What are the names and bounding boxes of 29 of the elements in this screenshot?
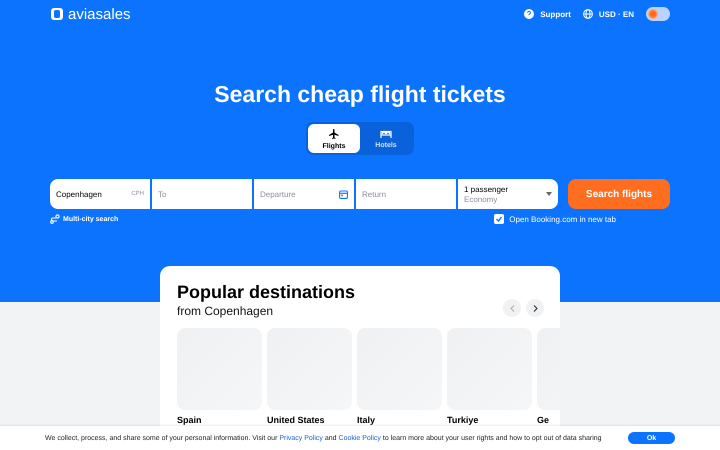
route-icon	[50, 214, 60, 224]
support-link[interactable]: Support	[540, 10, 571, 18]
date-field[interactable]: Departure	[254, 179, 354, 209]
passenger-field[interactable]: 1 passenger Economy	[458, 179, 558, 209]
section-subtitle: from Copenhagen	[177, 304, 274, 318]
destination-name[interactable]: United States	[267, 415, 325, 425]
page-title: Search cheap flight tickets	[213, 81, 507, 108]
logo-icon	[50, 7, 64, 21]
destination-name[interactable]: Spain	[177, 415, 202, 425]
chevron-left-icon	[510, 304, 514, 312]
help-icon	[524, 9, 534, 19]
chevron-right-icon	[532, 304, 538, 312]
calendar-icon	[339, 190, 348, 198]
destination-name[interactable]: Ge	[537, 415, 550, 425]
city-field[interactable]: To	[152, 179, 252, 209]
destination-name[interactable]: Italy	[357, 415, 376, 425]
logo-text: aviasales	[68, 6, 131, 22]
plane-icon	[328, 128, 340, 140]
section-title: Popular destinations	[177, 282, 356, 303]
locale-selector[interactable]: USD · EN	[598, 10, 634, 18]
checkbox[interactable]	[494, 214, 504, 224]
theme-toggle[interactable]	[646, 7, 670, 21]
date-field[interactable]: Return	[356, 179, 456, 209]
checkbox-label: Open Booking.com in new tab	[509, 214, 616, 224]
destination-name[interactable]: Turkiye	[447, 415, 478, 425]
bed-icon	[380, 128, 392, 138]
next-button[interactable]	[526, 299, 544, 317]
globe-icon	[582, 9, 593, 19]
caret-icon	[546, 192, 552, 196]
